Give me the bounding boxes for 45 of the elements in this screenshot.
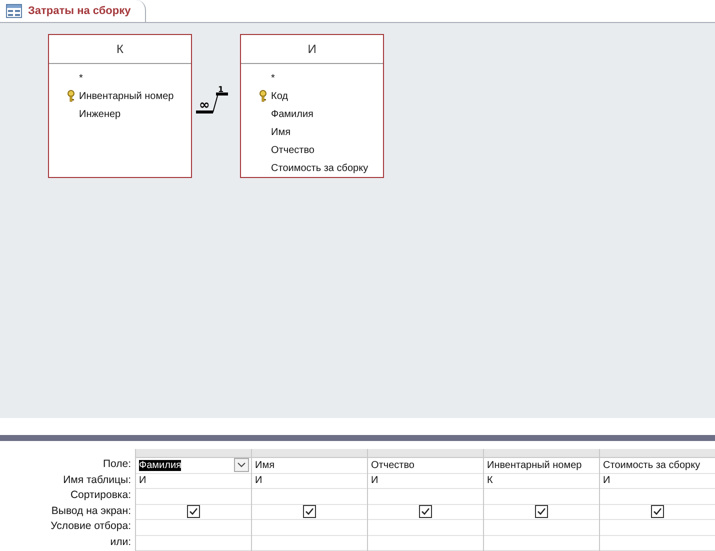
field-value: Отчество (371, 460, 414, 471)
table-name: К (116, 42, 124, 56)
show-checkbox[interactable] (651, 505, 664, 518)
column-selector[interactable] (484, 449, 599, 458)
field-cell[interactable]: Отчество (368, 458, 483, 474)
field-cell[interactable]: Стоимость за сборку (600, 458, 715, 474)
field-value: Инвентарный номер (487, 460, 582, 471)
table-value: И (255, 475, 262, 486)
field-cell[interactable]: Фамилия (136, 458, 251, 474)
row-label: Условие отбора: (50, 519, 131, 534)
table-value: И (603, 475, 610, 486)
field-value: Фамилия (139, 460, 182, 471)
field-name[interactable]: Фамилия (271, 108, 314, 120)
table-value: И (139, 475, 146, 486)
field-value: Стоимость за сборку (603, 460, 700, 471)
row-label: или: (110, 534, 131, 550)
show-checkbox[interactable] (187, 505, 200, 518)
show-checkbox[interactable] (535, 505, 548, 518)
field-name[interactable]: Инвентарный номер (79, 90, 174, 102)
field-cell[interactable]: Инвентарный номер (484, 458, 599, 474)
table-value: И (371, 475, 378, 486)
field-name[interactable]: Инженер (79, 108, 121, 120)
row-label: Поле: (102, 457, 131, 472)
query-icon (6, 4, 22, 18)
row-label: Вывод на экран: (51, 504, 131, 519)
field-cell[interactable]: Имя (252, 458, 367, 474)
field-value: Имя (255, 460, 274, 471)
table-name: И (308, 42, 316, 56)
field-name[interactable]: Код (271, 90, 288, 102)
field-name[interactable]: Стоимость за сборку (271, 162, 368, 174)
row-label: Сортировка: (70, 488, 131, 504)
row-label: Имя таблицы: (63, 472, 131, 488)
table-value: К (487, 475, 493, 486)
field-name[interactable]: * (271, 72, 275, 84)
dropdown-icon[interactable] (234, 458, 249, 472)
pane-splitter[interactable] (0, 435, 715, 442)
column-selector[interactable] (368, 449, 483, 458)
field-name[interactable]: Имя (271, 126, 290, 138)
show-checkbox[interactable] (303, 505, 316, 518)
field-name[interactable]: * (79, 72, 83, 84)
column-selector[interactable] (600, 449, 715, 458)
field-name[interactable]: Отчество (271, 144, 314, 156)
table-box[interactable]: К * Инвентарный номер Инженер (48, 34, 192, 178)
show-checkbox[interactable] (419, 505, 432, 518)
table-box[interactable]: И * Код Фамилия Имя Отчество Стоимость за сборку (240, 34, 384, 178)
